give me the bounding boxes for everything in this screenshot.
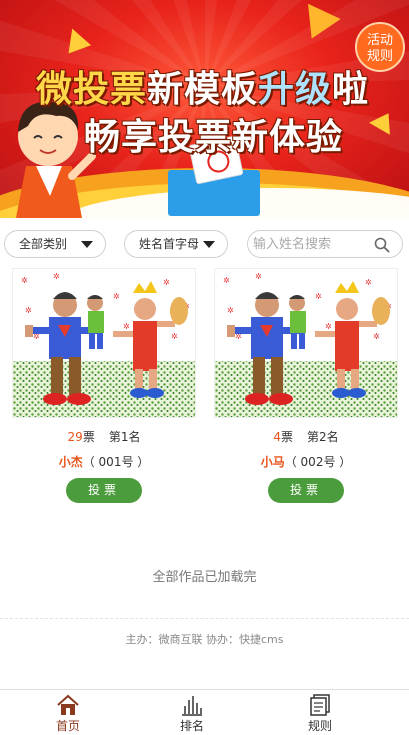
filter-bar: 全部类别 姓名首字母 [0, 230, 409, 260]
entry-stats: 4票 第2名 [214, 428, 398, 445]
bottom-tab-bar: 首页 排名 规则 [0, 689, 409, 735]
category-select-value: 全部类别 [19, 237, 68, 251]
ballot-box-illustration [168, 135, 260, 216]
entry-name-line: 小杰（ 001号 ） [12, 453, 196, 470]
home-icon [57, 694, 79, 715]
mascot-illustration [16, 101, 96, 218]
activity-rules-button[interactable]: 活动 规则 [355, 22, 405, 72]
rank-label: 第1名 [108, 430, 141, 444]
document-icon [310, 694, 330, 716]
vote-unit: 票 [82, 430, 95, 444]
category-select[interactable]: 全部类别 [4, 230, 106, 258]
vote-count: 29 [67, 430, 83, 444]
tab-rules-label: 规则 [307, 719, 332, 733]
vote-unit: 票 [280, 430, 293, 444]
headline-part: 升级 [258, 69, 333, 110]
entry-name: 小马 [260, 455, 285, 469]
search-box [247, 230, 403, 258]
entry-card[interactable]: 4票 第2名 小马（ 002号 ） 投票 [214, 268, 398, 503]
caret-down-icon [81, 241, 93, 248]
search-input[interactable] [253, 234, 373, 254]
entry-stats: 29票 第1名 [12, 428, 196, 445]
rank-label: 第2名 [307, 430, 339, 444]
banner-headline-2: 畅享投票新体验 [84, 117, 344, 158]
entry-name-line: 小马（ 002号 ） [214, 453, 398, 470]
initial-letter-select[interactable]: 姓名首字母 [124, 230, 228, 258]
promo-banner: 微投票新模板升级啦 畅享投票新体验 活动 规则 [0, 0, 409, 218]
divider [0, 618, 409, 619]
entry-artwork-image[interactable] [12, 268, 196, 418]
tab-rules[interactable]: 规则 [252, 690, 388, 735]
tab-ranking-label: 排名 [179, 719, 204, 733]
entry-number: （ 001号 ） [82, 455, 150, 469]
rules-badge-line1: 活动 [366, 33, 393, 48]
tab-ranking[interactable]: 排名 [124, 690, 260, 735]
search-icon[interactable] [374, 237, 390, 253]
organizer-credit: 主办：微商互联 协办：快捷cms [125, 633, 284, 646]
initial-select-value: 姓名首字母 [139, 237, 200, 251]
rules-badge-line2: 规则 [366, 49, 393, 64]
entry-name: 小杰 [58, 455, 83, 469]
headline-part: 新模板 [147, 69, 259, 110]
headline-part: 微投票 [36, 69, 148, 110]
headline-part: 啦 [332, 69, 370, 110]
tab-home[interactable]: 首页 [0, 690, 136, 735]
bar-chart-icon [182, 696, 202, 716]
vote-count: 4 [273, 430, 281, 444]
vote-button[interactable]: 投票 [66, 478, 142, 503]
tab-home-label: 首页 [55, 719, 80, 733]
all-loaded-message: 全部作品已加载完 [152, 570, 257, 585]
entry-number: （ 002号 ） [284, 455, 352, 469]
entry-card[interactable]: 29票 第1名 小杰（ 001号 ） 投票 [12, 268, 196, 503]
entry-artwork-image[interactable] [214, 268, 398, 418]
banner-headline-1: 微投票新模板升级啦 [36, 60, 369, 112]
caret-down-icon [203, 241, 215, 248]
vote-button[interactable]: 投票 [268, 478, 344, 503]
